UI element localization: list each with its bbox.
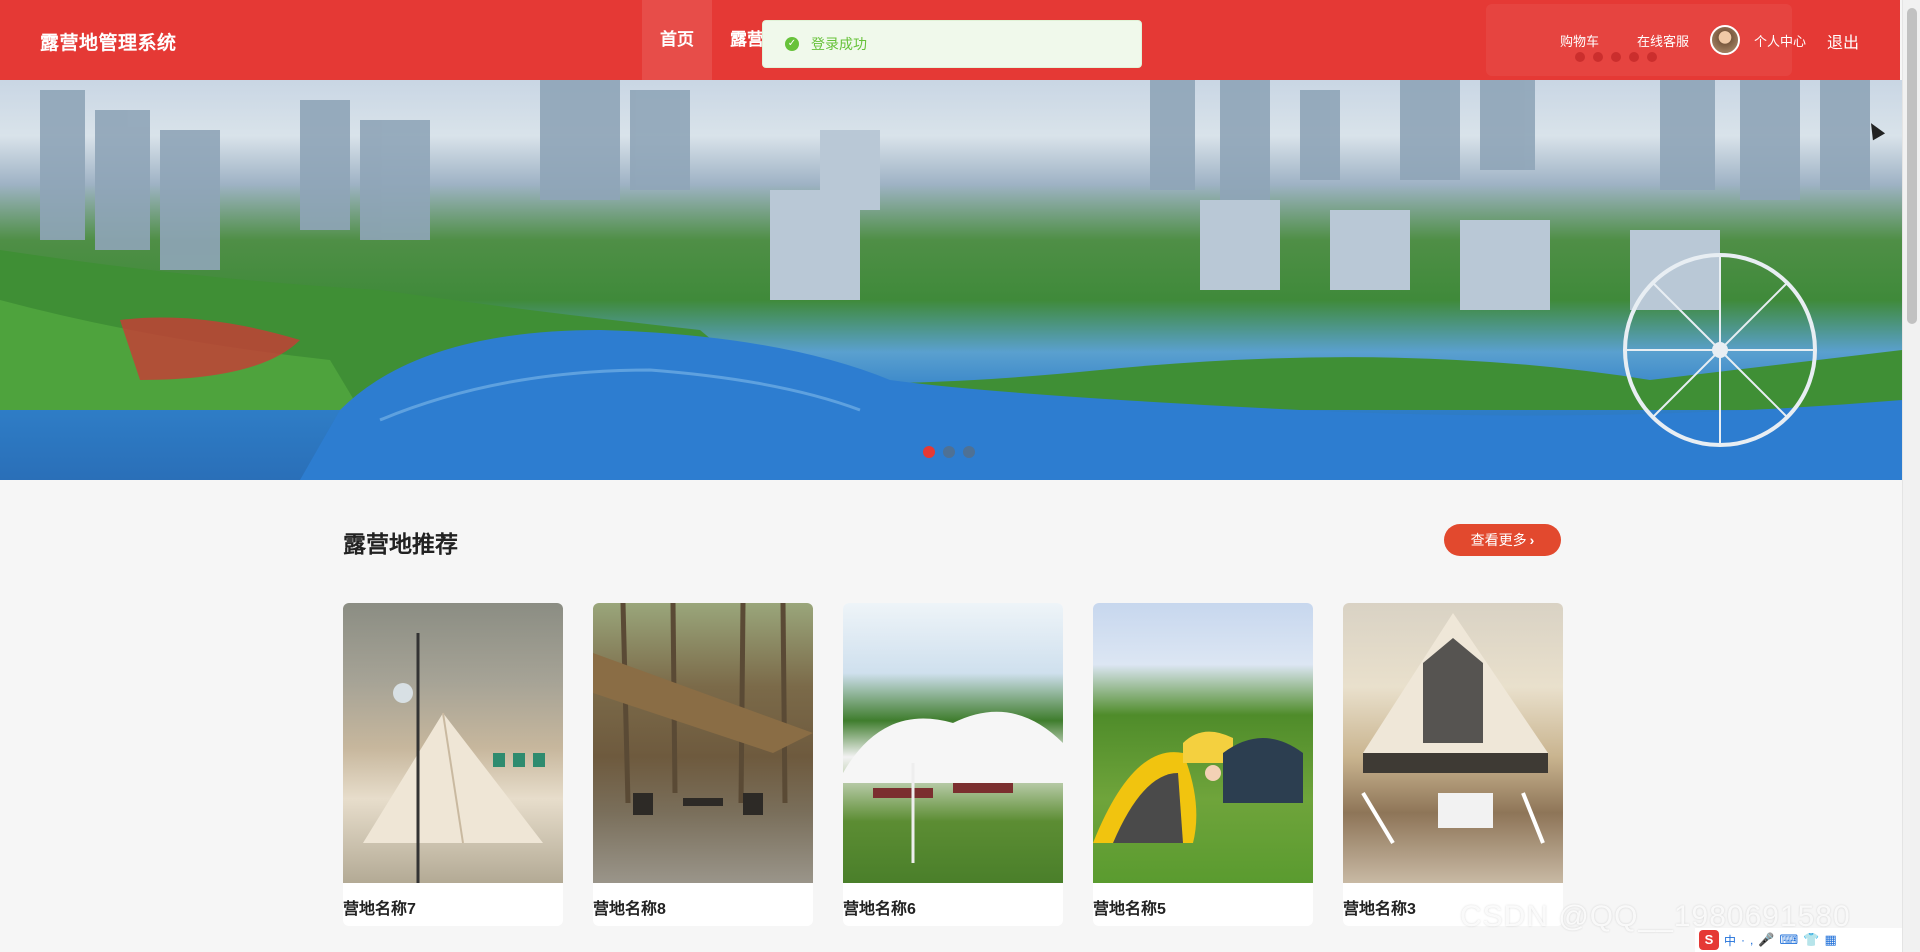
- ime-mode[interactable]: 中: [1724, 932, 1736, 949]
- site-brand[interactable]: 露营地管理系统: [40, 28, 177, 55]
- chevron-right-icon: ›: [1529, 532, 1535, 548]
- carousel-dot-1[interactable]: [923, 446, 935, 458]
- ime-punct[interactable]: ·: [1741, 933, 1745, 947]
- campsite-card[interactable]: 营地名称7: [343, 603, 563, 926]
- avatar[interactable]: [1710, 25, 1740, 55]
- campsite-image: [1093, 603, 1313, 883]
- hero-carousel[interactable]: [0, 80, 1902, 480]
- carousel-dot-3[interactable]: [963, 446, 975, 458]
- keyboard-icon[interactable]: ⌨: [1780, 932, 1799, 948]
- carousel-indicators: [923, 446, 975, 458]
- header-decoration: [1575, 52, 1657, 62]
- profile-link[interactable]: 个人中心: [1754, 31, 1806, 50]
- campsite-image: [343, 603, 563, 883]
- view-more-label: 查看更多: [1470, 532, 1527, 548]
- campsite-name: 营地名称5: [1093, 901, 1166, 918]
- shirt-icon[interactable]: 👕: [1803, 932, 1819, 948]
- ime-toolbar[interactable]: S 中 · , 🎤 ⌨ 👕 ▦: [1695, 928, 1902, 952]
- check-circle-icon: ✓: [785, 37, 799, 51]
- campsite-image: [593, 603, 813, 883]
- view-more-button[interactable]: 查看更多 ›: [1444, 524, 1561, 556]
- ime-comma[interactable]: ,: [1750, 933, 1753, 947]
- online-service-link[interactable]: 在线客服: [1637, 31, 1689, 50]
- cart-link[interactable]: 购物车: [1560, 31, 1599, 50]
- campsite-card[interactable]: 营地名称5: [1093, 603, 1313, 926]
- ime-logo-icon: S: [1699, 930, 1719, 950]
- campsite-image: [1343, 603, 1563, 883]
- carousel-dot-2[interactable]: [943, 446, 955, 458]
- nav-home[interactable]: 首页: [642, 0, 712, 80]
- grid-icon[interactable]: ▦: [1825, 932, 1837, 948]
- campsite-card[interactable]: 营地名称8: [593, 603, 813, 926]
- campsite-card[interactable]: 营地名称6: [843, 603, 1063, 926]
- success-toast: ✓ 登录成功: [762, 20, 1142, 68]
- campsite-name: 营地名称7: [343, 901, 416, 918]
- city-park-illustration: [0, 80, 1902, 480]
- campsite-name: 营地名称6: [843, 901, 916, 918]
- microphone-icon[interactable]: 🎤: [1758, 932, 1774, 948]
- section-title: 露营地推荐: [343, 531, 458, 557]
- page-scrollbar[interactable]: [1902, 0, 1920, 952]
- campsite-name: 营地名称3: [1343, 901, 1416, 918]
- toast-message: 登录成功: [811, 36, 867, 52]
- campsite-card[interactable]: 营地名称3: [1343, 603, 1563, 926]
- campsite-image: [843, 603, 1063, 883]
- campsite-name: 营地名称8: [593, 901, 666, 918]
- logout-link[interactable]: 退出: [1827, 29, 1859, 53]
- scrollbar-thumb[interactable]: [1907, 8, 1917, 324]
